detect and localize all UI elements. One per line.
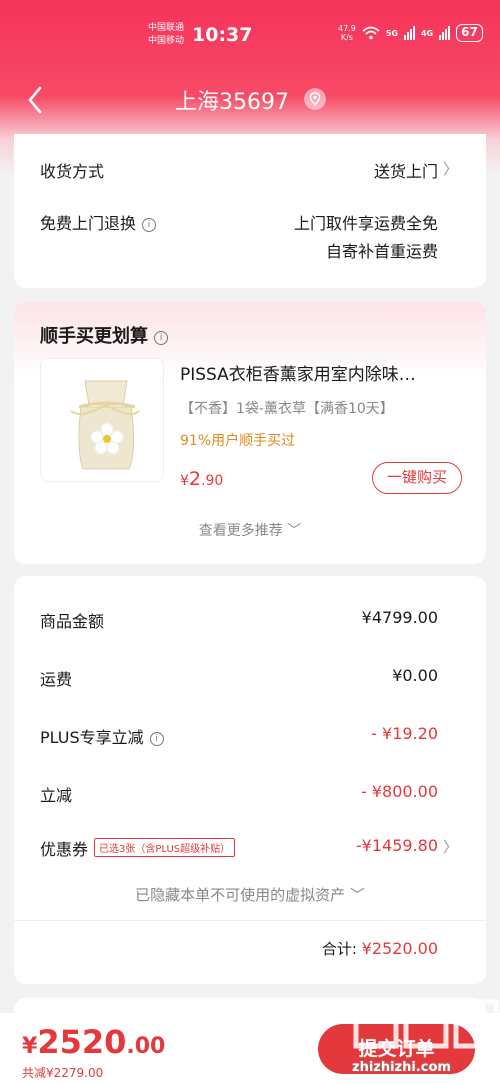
location-pin-icon[interactable] bbox=[304, 88, 326, 110]
pay-price-decimal: .00 bbox=[126, 1034, 166, 1059]
product-spec[interactable]: 【不香】1袋-薰衣草【满香10天】 bbox=[180, 398, 394, 418]
price-decimal: .90 bbox=[201, 473, 224, 489]
addon-card: 顺手买更划算 i PISSA衣柜香薰家用室内除味… 【不香】1袋-薰衣草【满香10… bbox=[14, 302, 486, 564]
more-recommendations-text: 查看更多推荐 bbox=[198, 523, 283, 539]
signal-1-icon bbox=[403, 26, 415, 40]
back-arrow-icon[interactable] bbox=[22, 82, 52, 118]
pay-price-symbol: ¥ bbox=[22, 1034, 38, 1059]
divider bbox=[14, 920, 486, 921]
goods-amount-label: 商品金额 bbox=[40, 612, 105, 631]
chevron-down-icon: ﹀ bbox=[287, 523, 302, 539]
chevron-down-icon: ﹀ bbox=[349, 886, 365, 904]
total-saved[interactable]: 共减¥2279.00 bbox=[22, 1064, 103, 1081]
carrier-2: 中国移动 bbox=[148, 36, 185, 46]
clock: 10:37 bbox=[192, 24, 253, 46]
product-title[interactable]: PISSA衣柜香薰家用室内除味… bbox=[180, 360, 450, 385]
product-popularity: 91%用户顺手买过 bbox=[180, 433, 296, 449]
addon-title: 顺手买更划算 i bbox=[40, 322, 168, 348]
wifi-icon bbox=[362, 26, 380, 40]
hidden-assets-text: 已隐藏本单不可使用的虚拟资产 bbox=[135, 886, 346, 904]
more-recommendations-link[interactable]: 查看更多推荐 ﹀ bbox=[14, 520, 486, 540]
shipping-label: 运费 bbox=[40, 670, 73, 689]
carrier-names: 中国联通 中国移动 bbox=[148, 22, 184, 48]
net-speed-unit: K/s bbox=[340, 33, 353, 42]
delivery-card: 收货方式 送货上门 〉 免费上门退换 i 上门取件享运费全免 自寄补首重运费 bbox=[14, 134, 486, 288]
page-title[interactable]: 上海35697 bbox=[175, 84, 289, 116]
chevron-right-icon[interactable]: 〉 bbox=[443, 836, 458, 857]
price-integer: 2 bbox=[188, 468, 202, 490]
coupon-value[interactable]: -¥1459.80 bbox=[356, 836, 438, 855]
instant-discount-label: 立减 bbox=[40, 786, 73, 805]
signal-2-icon bbox=[439, 26, 451, 40]
goods-amount-value: ¥4799.00 bbox=[361, 608, 438, 627]
shipping-value: ¥0.00 bbox=[392, 666, 438, 685]
one-click-buy-button[interactable]: 一键购买 bbox=[372, 462, 462, 494]
total-value: ¥2520.00 bbox=[361, 939, 438, 958]
info-icon[interactable]: i bbox=[142, 218, 157, 232]
plus-discount-label: PLUS专享立减 i bbox=[40, 724, 164, 748]
battery-icon: 67 bbox=[456, 24, 483, 42]
carrier-1: 中国联通 bbox=[148, 23, 185, 33]
price-symbol: ¥ bbox=[180, 473, 189, 489]
coupon-label-text: 优惠券 bbox=[40, 840, 89, 859]
watermark-text: zhizhizhi.com bbox=[352, 1060, 451, 1075]
info-icon[interactable]: i bbox=[154, 331, 168, 345]
coupon-label: 优惠券 已选3张（含PLUS超级补贴） bbox=[40, 836, 236, 860]
total-label: 合计: bbox=[321, 940, 357, 958]
return-policy-line-2: 自寄补首重运费 bbox=[325, 242, 438, 261]
chevron-right-icon[interactable]: 〉 bbox=[443, 158, 458, 179]
info-icon[interactable]: i bbox=[149, 732, 164, 746]
hidden-assets-toggle[interactable]: 已隐藏本单不可使用的虚拟资产 ﹀ bbox=[14, 884, 486, 905]
status-bar: 中国联通 中国移动 10:37 47.9 K/s 5G 4G 67 bbox=[0, 18, 500, 54]
addon-title-text: 顺手买更划算 bbox=[40, 326, 148, 347]
signal-2-label: 4G bbox=[420, 28, 434, 38]
pay-price-integer: 2520 bbox=[37, 1023, 127, 1061]
return-policy-line-1: 上门取件享运费全免 bbox=[293, 214, 438, 233]
product-thumbnail[interactable] bbox=[40, 358, 164, 482]
pay-price: ¥2520.00 bbox=[22, 1023, 165, 1061]
delivery-method-label: 收货方式 bbox=[40, 162, 105, 181]
return-label-text: 免费上门退换 bbox=[40, 214, 137, 233]
plus-discount-value: - ¥19.20 bbox=[371, 724, 438, 743]
delivery-method-value[interactable]: 送货上门 bbox=[374, 158, 438, 182]
sachet-image bbox=[41, 359, 163, 481]
product-price: ¥2.90 bbox=[180, 468, 223, 490]
nav-bar: 上海35697 bbox=[0, 80, 500, 120]
order-summary-card: 商品金额 ¥4799.00 运费 ¥0.00 PLUS专享立减 i - ¥19.2… bbox=[14, 576, 486, 984]
signal-1-label: 5G bbox=[385, 28, 398, 38]
return-policy: 上门取件享运费全免 自寄补首重运费 bbox=[294, 210, 438, 266]
status-icons: 47.9 K/s 5G 4G 67 bbox=[338, 24, 483, 42]
plus-discount-text: PLUS专享立减 bbox=[40, 728, 144, 747]
net-speed-value: 47.9 bbox=[338, 24, 356, 33]
instant-discount-value: - ¥800.00 bbox=[360, 782, 438, 801]
coupon-tag[interactable]: 已选3张（含PLUS超级补贴） bbox=[94, 838, 236, 857]
net-speed: 47.9 K/s bbox=[338, 24, 356, 42]
order-total: 合计: ¥2520.00 bbox=[322, 938, 438, 959]
return-label: 免费上门退换 i bbox=[40, 210, 157, 234]
